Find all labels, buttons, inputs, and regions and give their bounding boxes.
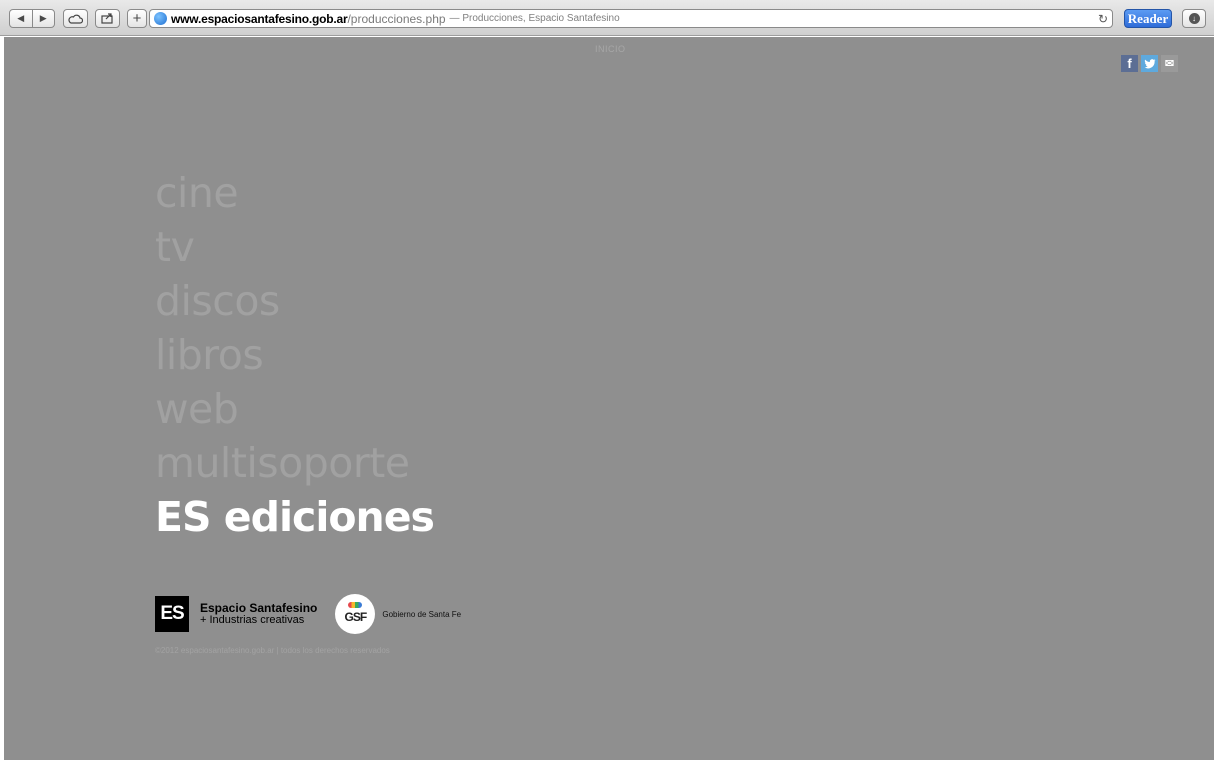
gsf-mark: GSF bbox=[344, 610, 368, 624]
add-bookmark-button[interactable]: + bbox=[127, 9, 147, 28]
email-icon[interactable]: ✉ bbox=[1161, 55, 1178, 72]
nav-item-libros[interactable]: libros bbox=[155, 328, 434, 382]
nav-item-es-ediciones[interactable]: ES ediciones bbox=[155, 490, 435, 544]
downloads-button[interactable]: ↓ bbox=[1182, 9, 1206, 28]
cloud-icon bbox=[68, 14, 83, 24]
es-subtitle: + Industrias creativas bbox=[200, 614, 305, 626]
address-bar[interactable]: www.espaciosantafesino.gob.ar /produccio… bbox=[149, 9, 1113, 28]
back-forward-buttons: ◀ ▶ bbox=[9, 9, 55, 28]
globe-icon bbox=[154, 12, 167, 25]
nav-item-multisoporte[interactable]: multisoporte bbox=[155, 436, 434, 490]
icloud-tabs-button[interactable] bbox=[63, 9, 88, 28]
download-icon: ↓ bbox=[1188, 13, 1200, 24]
footer-logos: ES Espacio Santafesino + Industrias crea… bbox=[155, 594, 461, 634]
nav-item-tv[interactable]: tv bbox=[155, 220, 434, 274]
page-title: — Producciones, Espacio Santafesino bbox=[449, 13, 620, 24]
section-nav: cine tv discos libros web multisoporte E… bbox=[155, 166, 435, 544]
facebook-icon[interactable]: f bbox=[1121, 55, 1138, 72]
top-menu-link[interactable]: INICIO bbox=[595, 44, 626, 54]
reader-button[interactable]: Reader bbox=[1124, 9, 1172, 28]
social-links: f ✉ bbox=[1121, 55, 1178, 72]
nav-item-discos[interactable]: discos bbox=[155, 274, 434, 328]
twitter-icon[interactable] bbox=[1141, 55, 1158, 72]
nav-item-cine[interactable]: cine bbox=[155, 166, 434, 220]
gobierno-santa-fe-logo[interactable]: GSF bbox=[335, 594, 376, 634]
forward-button[interactable]: ▶ bbox=[33, 10, 55, 27]
es-name: Espacio Santafesino bbox=[200, 601, 318, 615]
copyright-text: ©2012 espaciosantafesino.gob.ar | todos … bbox=[155, 646, 390, 655]
share-button[interactable] bbox=[95, 9, 120, 28]
url-host: www.espaciosantafesino.gob.ar bbox=[171, 11, 348, 26]
nav-item-web[interactable]: web bbox=[155, 382, 434, 436]
espacio-santafesino-text: Espacio Santafesino + Industrias creativ… bbox=[200, 602, 317, 626]
gsf-color-mark-icon bbox=[348, 602, 363, 608]
page-content: INICIO f ✉ cine tv discos libros web mul… bbox=[4, 37, 1214, 760]
browser-toolbar: ◀ ▶ + www.espaciosantafesino.gob.ar /pro… bbox=[0, 0, 1214, 36]
url-path: /producciones.php bbox=[347, 11, 446, 26]
gsf-name: Gobierno de Santa Fe bbox=[382, 609, 462, 619]
reload-icon[interactable]: ↻ bbox=[1098, 12, 1108, 26]
back-button[interactable]: ◀ bbox=[10, 10, 33, 27]
share-icon bbox=[101, 13, 113, 24]
espacio-santafesino-logo[interactable]: ES bbox=[155, 596, 189, 632]
